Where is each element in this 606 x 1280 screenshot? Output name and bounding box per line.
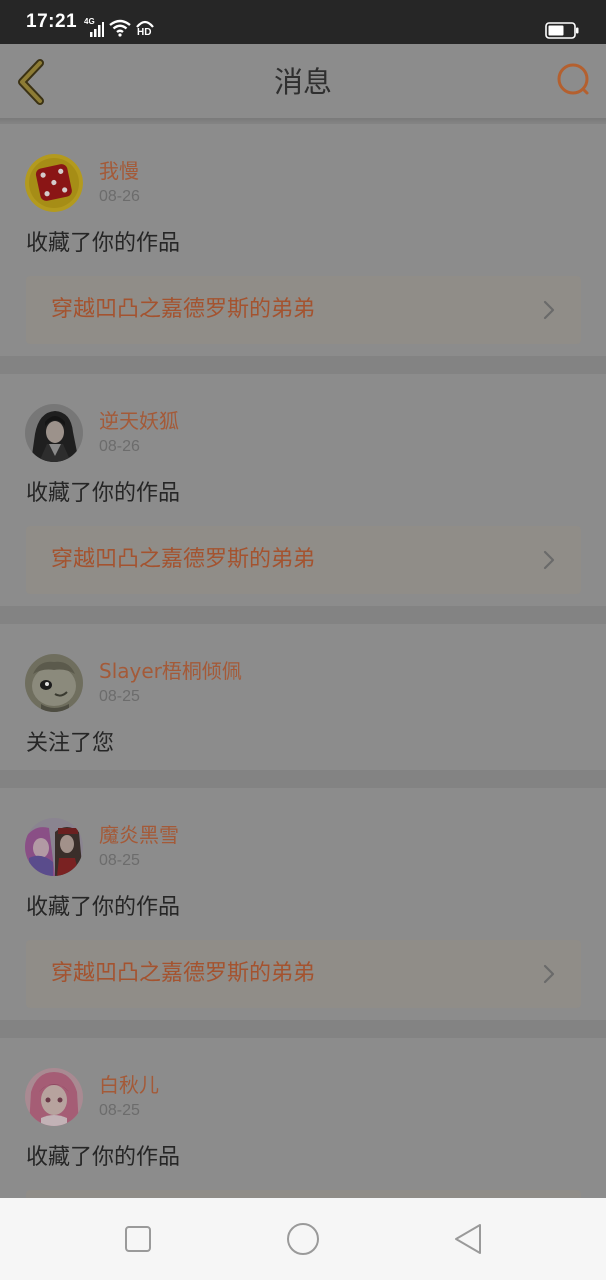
search-icon bbox=[557, 63, 589, 95]
wifi-icon bbox=[109, 19, 131, 37]
message-date: 08-25 bbox=[99, 1102, 140, 1119]
avatar[interactable] bbox=[25, 404, 83, 462]
work-link[interactable] bbox=[26, 1190, 581, 1198]
message-text: 收藏了你的作品 bbox=[26, 481, 181, 506]
message-date: 08-25 bbox=[99, 852, 140, 869]
search-button[interactable] bbox=[550, 58, 596, 104]
message-text: 收藏了你的作品 bbox=[26, 895, 181, 920]
message-list[interactable]: 我慢 08-26 收藏了你的作品 穿越凹凸之嘉德罗斯的弟弟 逆天妖狐 08-26… bbox=[0, 118, 606, 1198]
user-name[interactable]: 逆天妖狐 bbox=[99, 409, 179, 433]
message-text: 关注了您 bbox=[26, 731, 115, 756]
home-icon bbox=[287, 1223, 319, 1255]
avatar[interactable] bbox=[25, 154, 83, 212]
pink-haired-character-avatar bbox=[25, 1068, 83, 1126]
message-card[interactable]: 白秋儿 08-25 收藏了你的作品 bbox=[0, 1038, 606, 1198]
user-name[interactable]: 我慢 bbox=[99, 159, 139, 183]
home-button[interactable] bbox=[283, 1222, 323, 1256]
message-text: 收藏了你的作品 bbox=[26, 1145, 181, 1170]
colorful-characters-avatar bbox=[25, 818, 83, 876]
chevron-right-icon bbox=[543, 300, 555, 320]
message-card[interactable]: 魔炎黑雪 08-25 收藏了你的作品 穿越凹凸之嘉德罗斯的弟弟 bbox=[0, 788, 606, 1020]
user-name[interactable]: Slayer梧桐倾佩 bbox=[99, 659, 242, 683]
creature-avatar bbox=[25, 654, 83, 712]
recent-apps-button[interactable] bbox=[118, 1222, 158, 1256]
work-title: 穿越凹凸之嘉德罗斯的弟弟 bbox=[51, 961, 316, 986]
work-title: 穿越凹凸之嘉德罗斯的弟弟 bbox=[51, 547, 316, 572]
status-bar: 17:21 4G HD bbox=[0, 0, 606, 44]
system-back-button[interactable] bbox=[448, 1222, 488, 1256]
avatar[interactable] bbox=[25, 1068, 83, 1126]
message-date: 08-26 bbox=[99, 188, 140, 205]
status-time: 17:21 bbox=[26, 11, 78, 32]
back-triangle-icon bbox=[455, 1224, 481, 1254]
system-nav-bar bbox=[0, 1198, 606, 1280]
signal-icon bbox=[90, 22, 104, 37]
recent-apps-icon bbox=[125, 1226, 151, 1252]
work-link[interactable]: 穿越凹凸之嘉德罗斯的弟弟 bbox=[26, 526, 581, 594]
screen: 17:21 4G HD 消息 我慢 08-26 收藏了你的作品 穿越凹凸之嘉德罗… bbox=[0, 0, 606, 1280]
hd-label: HD bbox=[137, 27, 152, 38]
message-text: 收藏了你的作品 bbox=[26, 231, 181, 256]
message-card[interactable]: Slayer梧桐倾佩 08-25 关注了您 bbox=[0, 624, 606, 770]
work-link[interactable]: 穿越凹凸之嘉德罗斯的弟弟 bbox=[26, 940, 581, 1008]
page-title: 消息 bbox=[273, 65, 332, 99]
header: 消息 bbox=[0, 44, 606, 118]
chevron-right-icon bbox=[543, 550, 555, 570]
avatar[interactable] bbox=[25, 818, 83, 876]
user-name[interactable]: 白秋儿 bbox=[99, 1073, 159, 1097]
chevron-right-icon bbox=[543, 964, 555, 984]
dark-haired-character-avatar bbox=[25, 404, 83, 462]
message-card[interactable]: 逆天妖狐 08-26 收藏了你的作品 穿越凹凸之嘉德罗斯的弟弟 bbox=[0, 374, 606, 606]
avatar[interactable] bbox=[25, 654, 83, 712]
user-name[interactable]: 魔炎黑雪 bbox=[99, 823, 179, 847]
battery-icon bbox=[545, 22, 579, 39]
message-date: 08-25 bbox=[99, 688, 140, 705]
work-link[interactable]: 穿越凹凸之嘉德罗斯的弟弟 bbox=[26, 276, 581, 344]
work-title: 穿越凹凸之嘉德罗斯的弟弟 bbox=[51, 297, 316, 322]
message-card[interactable]: 我慢 08-26 收藏了你的作品 穿越凹凸之嘉德罗斯的弟弟 bbox=[0, 124, 606, 356]
message-date: 08-26 bbox=[99, 438, 140, 455]
red-dice-avatar bbox=[25, 154, 83, 212]
